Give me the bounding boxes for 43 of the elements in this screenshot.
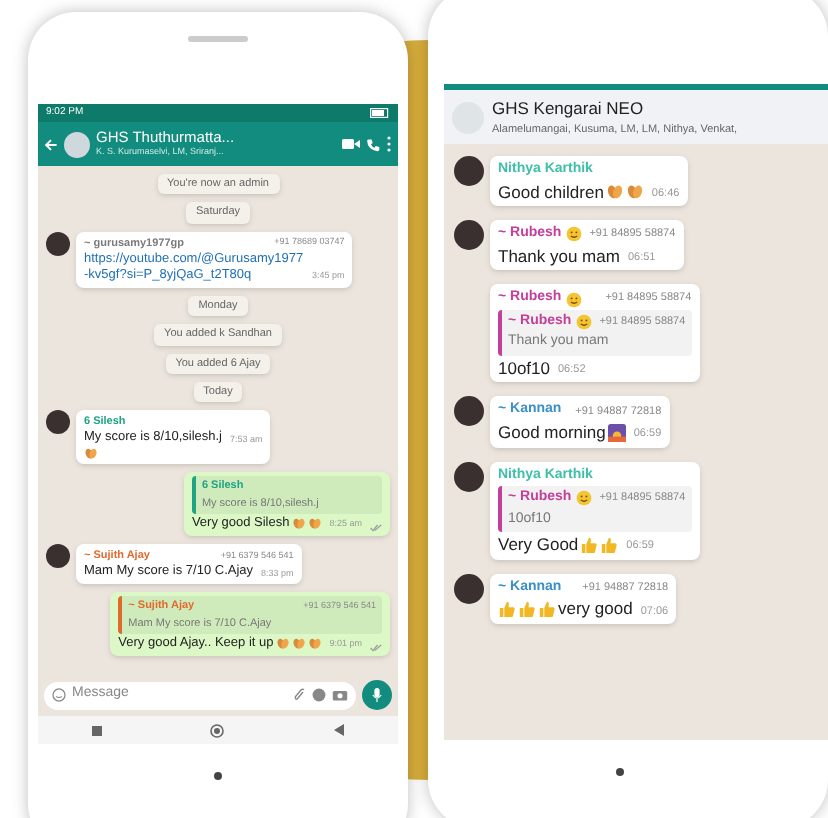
double-check-icon (370, 524, 382, 532)
message-text: 10of10 (498, 357, 550, 379)
speaker-slot (188, 36, 248, 42)
smiley-icon (575, 490, 592, 507)
message-text: Good children (498, 181, 604, 203)
avatar-icon[interactable] (46, 544, 70, 568)
message-text: Thank you mam (498, 245, 620, 267)
avatar-icon[interactable] (454, 461, 484, 491)
avatar-icon[interactable] (454, 396, 484, 427)
attachment-icon[interactable] (294, 688, 306, 702)
double-check-icon (370, 644, 382, 652)
battery-icon (370, 108, 390, 118)
chat-title: GHS Kengarai NEO (492, 96, 646, 122)
thumbs-up-icon (600, 535, 619, 554)
smiley-icon (575, 314, 592, 330)
message-text: Very Good (498, 534, 579, 556)
thumbs-up-icon (518, 599, 536, 618)
smiley-icon (565, 226, 582, 243)
back-icon[interactable] (333, 724, 344, 736)
camera-icon[interactable] (332, 688, 348, 702)
message-text: very good (558, 598, 633, 620)
recents-icon[interactable] (92, 725, 103, 735)
sunrise-icon (607, 423, 626, 442)
phone-call-icon[interactable] (366, 137, 380, 151)
group-avatar-icon[interactable] (64, 131, 90, 157)
home-icon[interactable] (210, 723, 225, 737)
back-arrow-icon[interactable] (44, 137, 58, 151)
smiley-icon (565, 291, 582, 307)
avatar-icon[interactable] (46, 231, 70, 255)
emoji-icon[interactable] (52, 688, 66, 702)
avatar-icon[interactable] (454, 573, 484, 604)
microphone-icon (372, 688, 382, 702)
more-options-icon[interactable] (386, 136, 392, 152)
avatar-icon[interactable] (46, 410, 70, 434)
video-call-icon[interactable] (342, 138, 360, 150)
clapping-hands-icon (84, 446, 98, 461)
message-text: Good morning (498, 421, 606, 443)
avatar-icon[interactable] (454, 220, 484, 251)
avatar-icon[interactable] (454, 156, 484, 186)
thumbs-up-icon (580, 535, 599, 554)
thumbs-up-icon (538, 599, 556, 618)
microphone-button[interactable] (362, 680, 392, 710)
thumbs-up-icon (498, 599, 516, 618)
